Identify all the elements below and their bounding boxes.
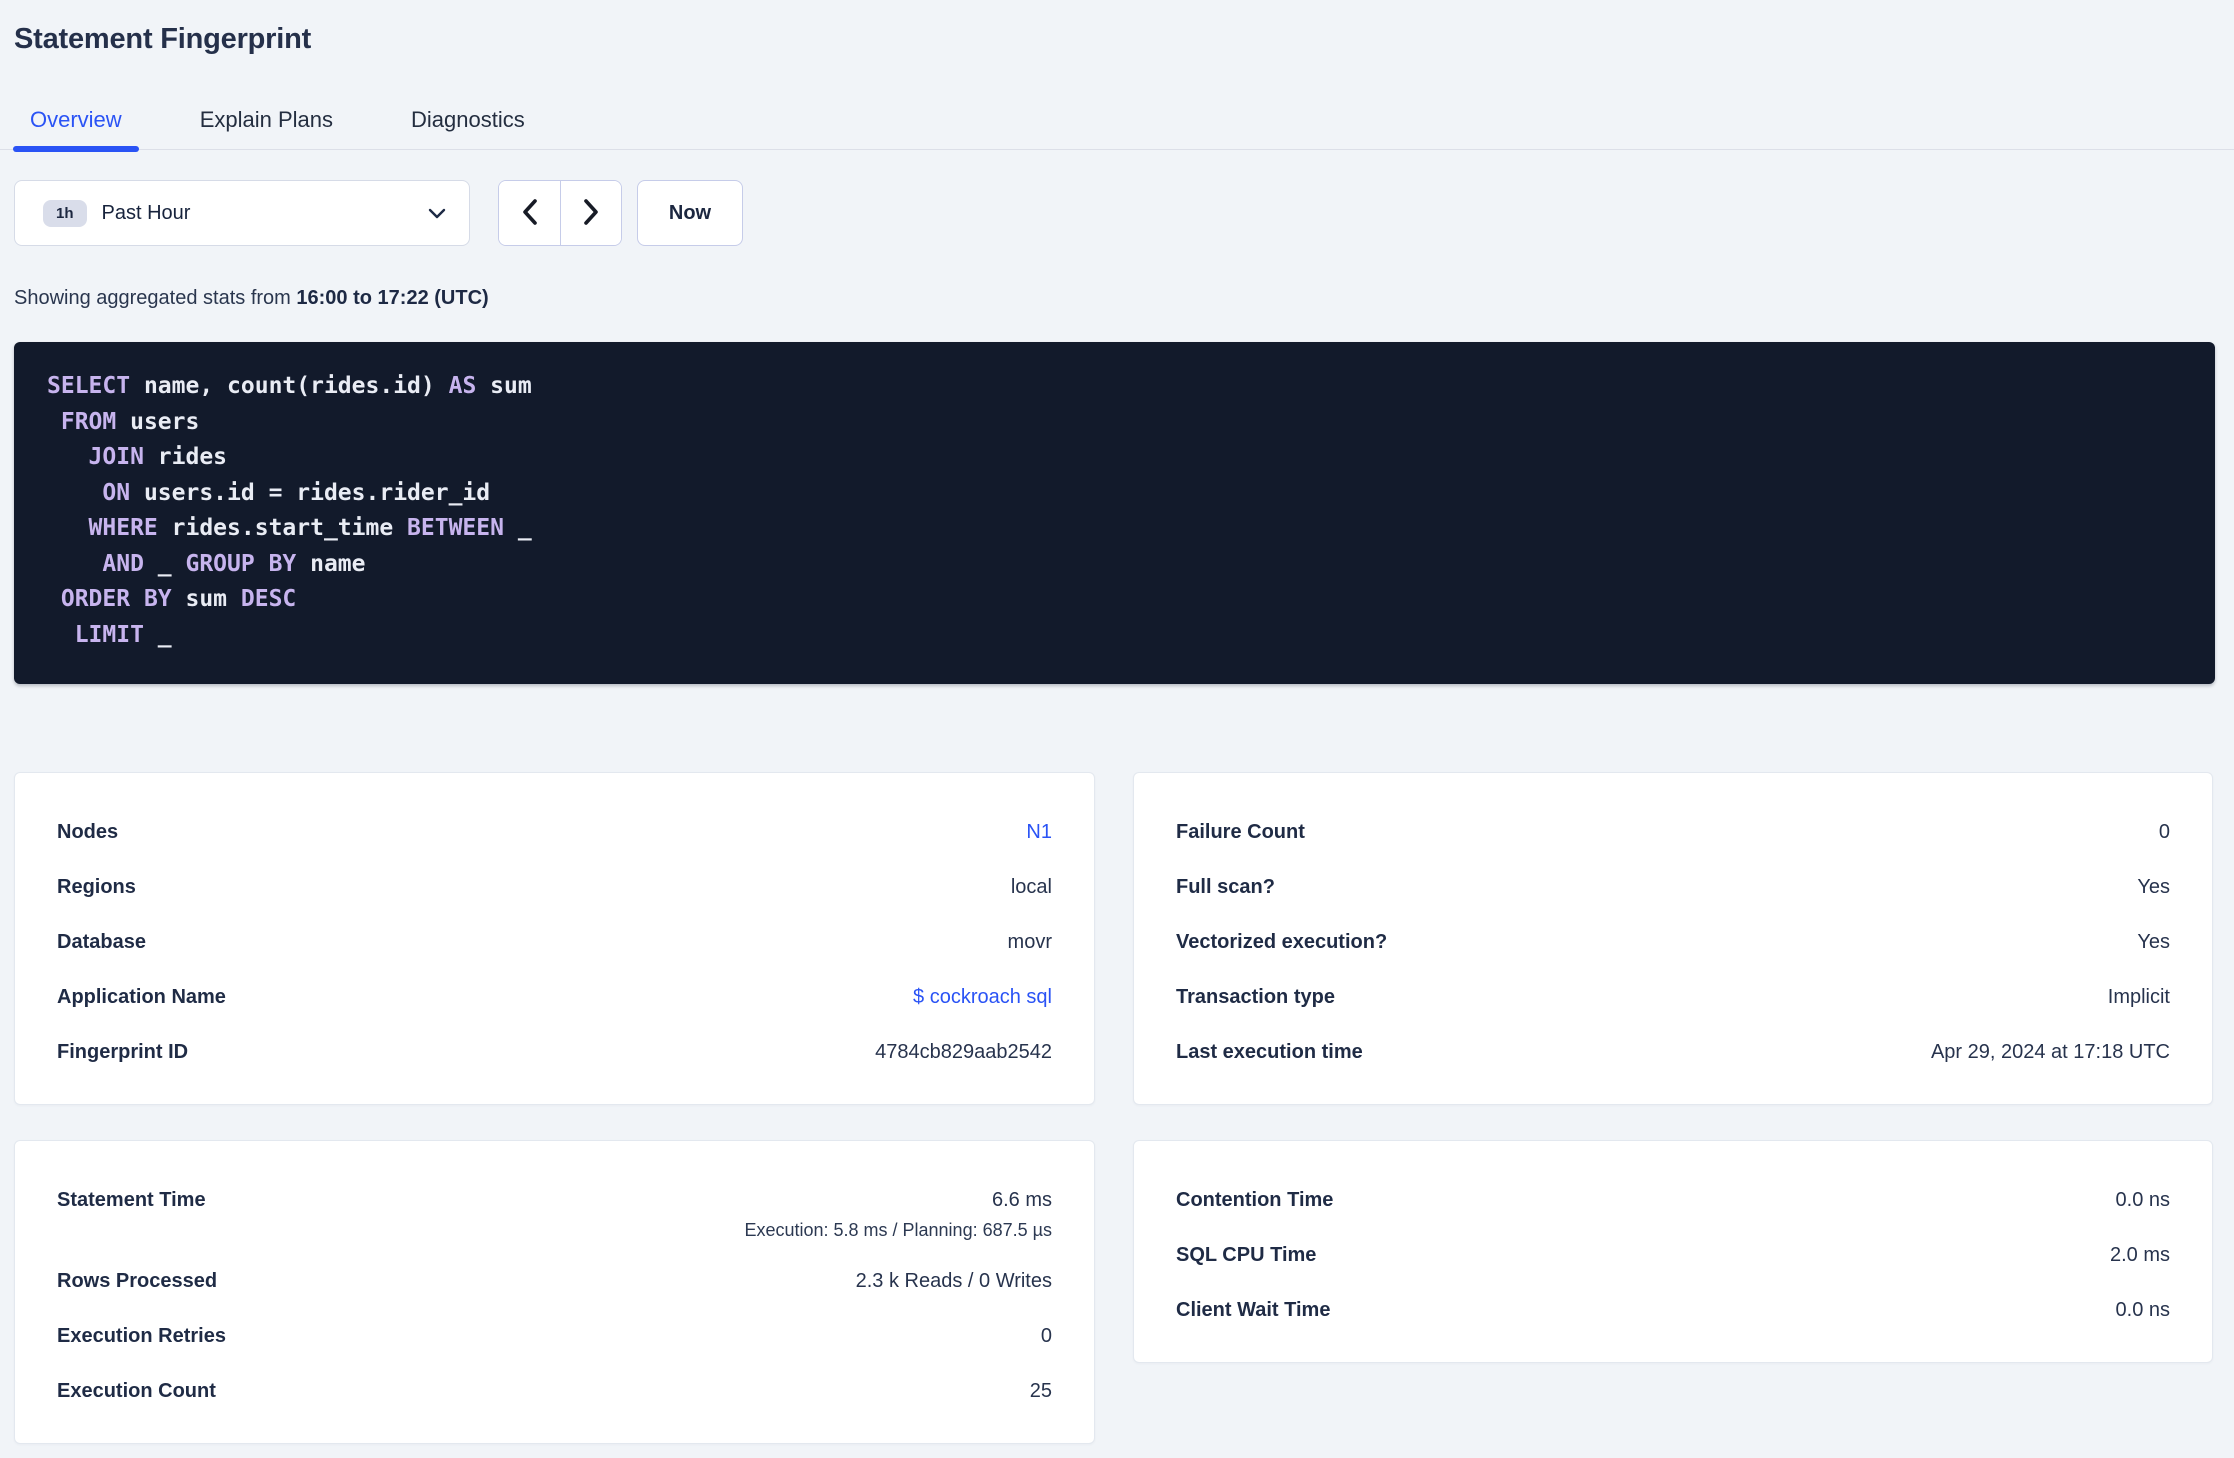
- vectorized-execution-label: Vectorized execution?: [1176, 931, 1388, 953]
- now-button[interactable]: Now: [637, 180, 743, 246]
- stat-row-database: Database movr: [57, 915, 1052, 970]
- stats-cards: Nodes N1 Regions local Database movr App…: [14, 772, 2216, 1444]
- stat-row-client-wait-time: Client Wait Time 0.0 ns: [1176, 1283, 2170, 1338]
- application-name-label: Application Name: [57, 986, 226, 1008]
- prev-range-button[interactable]: [499, 181, 560, 245]
- execution-retries-value: 0: [1040, 1325, 1052, 1347]
- client-wait-time-value: 0.0 ns: [2115, 1299, 2170, 1321]
- overview-card-left: Nodes N1 Regions local Database movr App…: [14, 772, 1095, 1105]
- tab-overview-label: Overview: [30, 106, 122, 132]
- tab-explain-plans-label: Explain Plans: [199, 106, 333, 132]
- stat-row-execution-retries: Execution Retries 0: [57, 1309, 1052, 1364]
- execution-count-value: 25: [1029, 1380, 1052, 1402]
- overview-card-right: Failure Count 0 Full scan? Yes Vectorize…: [1133, 772, 2213, 1105]
- tab-overview[interactable]: Overview: [13, 90, 139, 152]
- contention-time-value: 0.0 ns: [2115, 1189, 2170, 1211]
- aggregated-stats-prefix: Showing aggregated stats from: [14, 287, 297, 309]
- last-execution-time-value: Apr 29, 2024 at 17:18 UTC: [1930, 1041, 2170, 1063]
- contention-time-label: Contention Time: [1176, 1189, 1334, 1211]
- statement-time-breakdown: Execution: 5.8 ms / Planning: 687.5 µs: [744, 1220, 1052, 1240]
- nodes-label: Nodes: [57, 821, 119, 843]
- regions-label: Regions: [57, 876, 136, 898]
- tab-diagnostics[interactable]: Diagnostics: [394, 90, 542, 149]
- time-range-label: Past Hour: [101, 201, 191, 224]
- time-range-badge: 1h: [43, 199, 87, 227]
- sql-cpu-time-value: 2.0 ms: [2109, 1244, 2170, 1266]
- fingerprint-id-label: Fingerprint ID: [57, 1041, 189, 1063]
- stat-row-vectorized-execution: Vectorized execution? Yes: [1176, 915, 2170, 970]
- full-scan-value: Yes: [2137, 876, 2170, 898]
- full-scan-label: Full scan?: [1176, 876, 1275, 898]
- tab-diagnostics-label: Diagnostics: [411, 106, 525, 132]
- time-range-arrows: [498, 180, 622, 246]
- fingerprint-id-value: 4784cb829aab2542: [875, 1041, 1052, 1063]
- execution-retries-label: Execution Retries: [57, 1325, 226, 1347]
- stat-row-sql-cpu-time: SQL CPU Time 2.0 ms: [1176, 1228, 2170, 1283]
- chevron-right-icon: [583, 198, 599, 228]
- stat-row-statement-time: Statement Time 6.6 ms Execution: 5.8 ms …: [57, 1173, 1052, 1254]
- timing-card-left: Statement Time 6.6 ms Execution: 5.8 ms …: [14, 1140, 1095, 1444]
- page-title: Statement Fingerprint: [14, 23, 312, 55]
- aggregated-stats-text: Showing aggregated stats from 16:00 to 1…: [14, 288, 2216, 309]
- stat-row-last-execution-time: Last execution time Apr 29, 2024 at 17:1…: [1176, 1025, 2170, 1080]
- database-value: movr: [1007, 931, 1052, 953]
- stat-row-fingerprint-id: Fingerprint ID 4784cb829aab2542: [57, 1025, 1052, 1080]
- client-wait-time-label: Client Wait Time: [1176, 1299, 1331, 1321]
- database-label: Database: [57, 931, 146, 953]
- stat-row-failure-count: Failure Count 0: [1176, 805, 2170, 860]
- aggregated-stats-range: 16:00 to 17:22 (UTC): [296, 287, 489, 309]
- regions-value: local: [1010, 876, 1052, 898]
- stat-row-contention-time: Contention Time 0.0 ns: [1176, 1173, 2170, 1228]
- rows-processed-value: 2.3 k Reads / 0 Writes: [855, 1270, 1052, 1292]
- statement-time-label: Statement Time: [57, 1189, 206, 1211]
- timing-card-right: Contention Time 0.0 ns SQL CPU Time 2.0 …: [1133, 1140, 2213, 1363]
- statement-fingerprint-page: Statement Fingerprint Overview Explain P…: [0, 0, 2234, 1444]
- execution-count-label: Execution Count: [57, 1380, 216, 1402]
- transaction-type-label: Transaction type: [1176, 986, 1335, 1008]
- next-range-button[interactable]: [560, 181, 621, 245]
- statement-time-values: 6.6 ms Execution: 5.8 ms / Planning: 687…: [744, 1173, 1052, 1241]
- stat-row-rows-processed: Rows Processed 2.3 k Reads / 0 Writes: [57, 1254, 1052, 1309]
- time-controls: 1h Past Hour Now: [14, 180, 2216, 246]
- last-execution-time-label: Last execution time: [1176, 1041, 1363, 1063]
- vectorized-execution-value: Yes: [2137, 931, 2170, 953]
- nodes-link[interactable]: N1: [1026, 821, 1052, 844]
- chevron-left-icon: [522, 198, 538, 228]
- stat-row-regions: Regions local: [57, 860, 1052, 915]
- stat-row-nodes: Nodes N1: [57, 805, 1052, 860]
- application-name-link[interactable]: $ cockroach sql: [913, 986, 1052, 1009]
- chevron-down-icon: [428, 208, 446, 219]
- sql-statement-text: SELECT name, count(rides.id) AS sum FROM…: [47, 373, 532, 648]
- tab-bar: Overview Explain Plans Diagnostics: [0, 90, 2234, 152]
- stat-row-application-name: Application Name $ cockroach sql: [57, 970, 1052, 1025]
- failure-count-label: Failure Count: [1176, 821, 1305, 843]
- failure-count-value: 0: [2158, 821, 2170, 843]
- stat-row-full-scan: Full scan? Yes: [1176, 860, 2170, 915]
- sql-cpu-time-label: SQL CPU Time: [1176, 1244, 1317, 1266]
- stat-row-transaction-type: Transaction type Implicit: [1176, 970, 2170, 1025]
- tab-explain-plans[interactable]: Explain Plans: [183, 90, 350, 149]
- sql-statement-box: SELECT name, count(rides.id) AS sum FROM…: [14, 342, 2215, 684]
- time-range-picker[interactable]: 1h Past Hour: [14, 180, 470, 246]
- stat-row-execution-count: Execution Count 25: [57, 1364, 1052, 1419]
- rows-processed-label: Rows Processed: [57, 1270, 218, 1292]
- transaction-type-value: Implicit: [2107, 986, 2170, 1008]
